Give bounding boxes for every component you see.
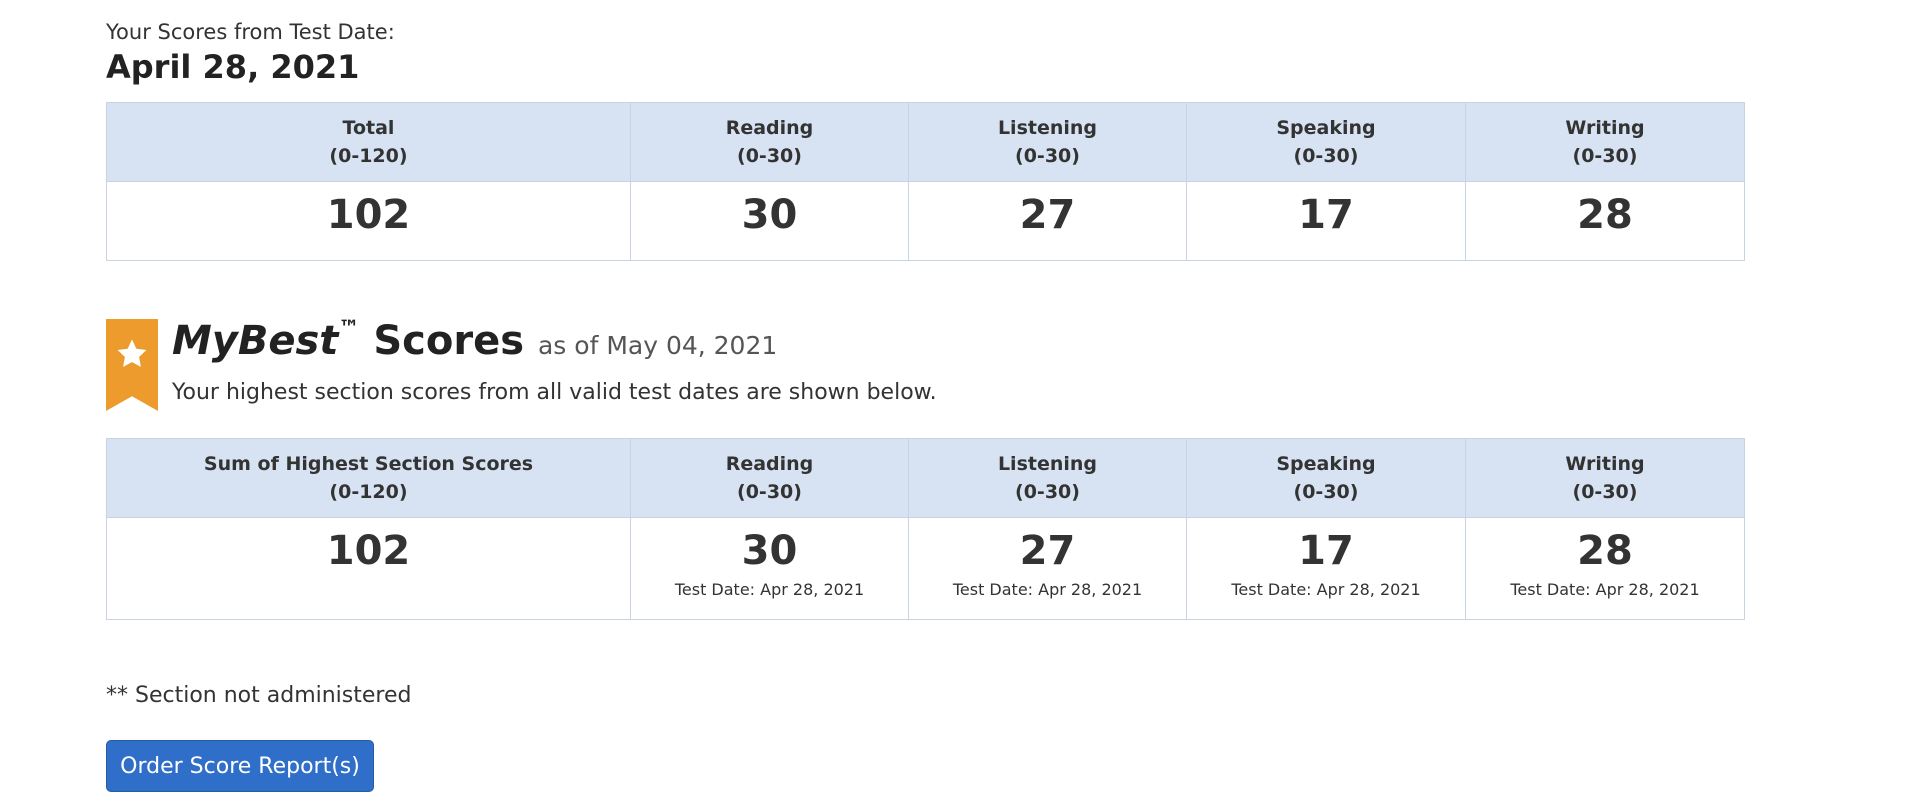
score-value: 27	[1019, 528, 1076, 574]
score-total: 102	[106, 181, 631, 261]
header-total: Total (0-120)	[106, 102, 631, 182]
score-value: 28	[1577, 192, 1633, 238]
header-name: Writing	[1565, 453, 1645, 475]
mybest-ribbon	[106, 319, 158, 411]
header-name: Speaking	[1276, 453, 1376, 475]
table-header-row: Sum of Highest Section Scores (0-120) Rea…	[106, 438, 1745, 518]
header-name: Sum of Highest Section Scores	[203, 453, 534, 475]
header-listening: Listening (0-30)	[908, 102, 1187, 182]
mybest-title-suffix: Scores	[373, 318, 525, 364]
header-range: (0-30)	[1015, 145, 1080, 167]
mybest-title: MyBest™ Scores as of May 04, 2021	[172, 316, 778, 364]
score-value: 30	[741, 528, 798, 574]
table-row: 102 30 27 17 28	[106, 181, 1745, 261]
mybest-as-of: as of May 04, 2021	[537, 331, 778, 360]
header-name: Speaking	[1276, 117, 1376, 139]
header-writing: Writing (0-30)	[1465, 102, 1745, 182]
star-icon	[117, 339, 147, 367]
score-listening: 27	[908, 181, 1187, 261]
test-date-label: Your Scores from Test Date:	[106, 20, 395, 44]
score-value: 17	[1298, 528, 1354, 574]
score-test-date: Test Date: Apr 28, 2021	[952, 580, 1143, 599]
header-speaking: Speaking (0-30)	[1186, 102, 1466, 182]
score-listening: 27 Test Date: Apr 28, 2021	[908, 517, 1187, 620]
header-range: (0-30)	[737, 145, 802, 167]
score-reading: 30	[630, 181, 909, 261]
header-reading: Reading (0-30)	[630, 102, 909, 182]
header-range: (0-30)	[1572, 145, 1638, 167]
header-name: Writing	[1565, 117, 1645, 139]
score-speaking: 17	[1186, 181, 1466, 261]
test-date-value: April 28, 2021	[106, 48, 360, 86]
score-value: 28	[1577, 528, 1633, 574]
score-reading: 30 Test Date: Apr 28, 2021	[630, 517, 909, 620]
order-score-report-button[interactable]: Order Score Report(s)	[106, 740, 374, 792]
table-row: 102 30 Test Date: Apr 28, 2021 27 Test Dat…	[106, 517, 1745, 620]
mybest-description: Your highest section scores from all val…	[172, 380, 937, 405]
header-name: Listening	[997, 453, 1098, 475]
header-reading: Reading (0-30)	[630, 438, 909, 518]
header-range: (0-120)	[329, 145, 408, 167]
header-name: Reading	[725, 117, 814, 139]
header-name: Reading	[725, 453, 814, 475]
score-sum-highest: 102	[106, 517, 631, 620]
header-listening: Listening (0-30)	[908, 438, 1187, 518]
mybest-brand: MyBest	[172, 318, 339, 364]
score-speaking: 17 Test Date: Apr 28, 2021	[1186, 517, 1466, 620]
header-range: (0-30)	[1015, 481, 1080, 503]
header-range: (0-30)	[1293, 481, 1359, 503]
header-name: Listening	[997, 117, 1098, 139]
mybest-scores-table: Sum of Highest Section Scores (0-120) Rea…	[106, 438, 1745, 620]
score-value: 27	[1019, 192, 1076, 238]
table-header-row: Total (0-120) Reading (0-30) Listening (0-3…	[106, 102, 1745, 182]
header-range: (0-30)	[737, 481, 802, 503]
score-writing: 28	[1465, 181, 1745, 261]
test-scores-table: Total (0-120) Reading (0-30) Listening (0-3…	[106, 102, 1745, 261]
score-test-date: Test Date: Apr 28, 2021	[1231, 580, 1421, 599]
score-value: 30	[741, 192, 798, 238]
score-value: 102	[326, 528, 411, 574]
score-test-date: Test Date: Apr 28, 2021	[1510, 580, 1700, 599]
header-sum-highest: Sum of Highest Section Scores (0-120)	[106, 438, 631, 518]
header-range: (0-30)	[1293, 145, 1359, 167]
trademark-symbol: ™	[338, 316, 360, 340]
score-writing: 28 Test Date: Apr 28, 2021	[1465, 517, 1745, 620]
score-test-date: Test Date: Apr 28, 2021	[674, 580, 865, 599]
header-writing: Writing (0-30)	[1465, 438, 1745, 518]
header-range: (0-120)	[329, 481, 408, 503]
header-range: (0-30)	[1572, 481, 1638, 503]
score-value: 17	[1298, 192, 1354, 238]
footnote-not-administered: ** Section not administered	[106, 683, 412, 708]
header-name: Total	[342, 117, 395, 139]
header-speaking: Speaking (0-30)	[1186, 438, 1466, 518]
score-value: 102	[326, 192, 411, 238]
